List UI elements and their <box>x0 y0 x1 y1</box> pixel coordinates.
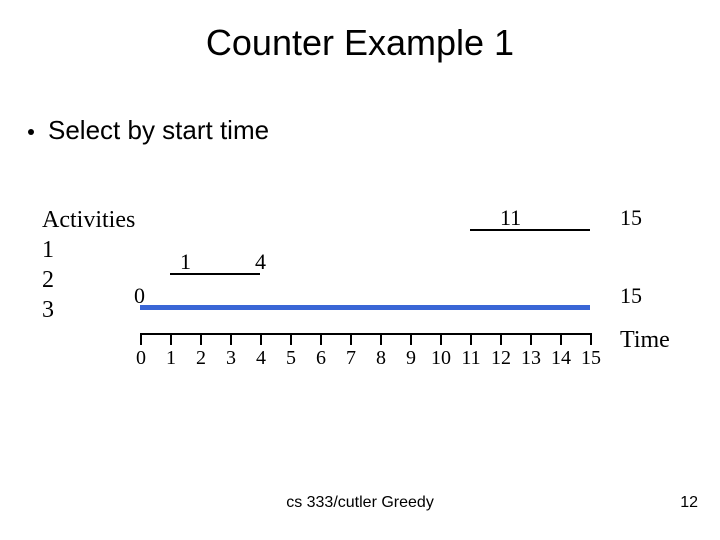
tick-label: 14 <box>551 347 571 370</box>
activity-label: 2 <box>42 265 135 295</box>
tick-label: 6 <box>316 347 326 370</box>
activity-1-end-label: 15 <box>620 205 642 231</box>
activity-label: 1 <box>42 235 135 265</box>
activity-1-start-label: 11 <box>500 205 521 231</box>
activities-list: Activities 1 2 3 <box>42 205 135 325</box>
activity-3-bar <box>140 305 590 310</box>
tick-label: 12 <box>491 347 511 370</box>
tick-label: 13 <box>521 347 541 370</box>
tick-label: 4 <box>256 347 266 370</box>
activity-3-end-label: 15 <box>620 283 642 309</box>
time-ruler: 0 1 2 3 4 5 6 7 8 9 10 11 12 13 14 15 <box>130 333 610 373</box>
bullet-dot-icon <box>28 129 34 135</box>
tick-label: 8 <box>376 347 386 370</box>
page-number: 12 <box>680 494 698 512</box>
tick-label: 1 <box>166 347 176 370</box>
tick-label: 0 <box>136 347 146 370</box>
bullet-text: Select by start time <box>48 115 269 146</box>
ruler-line <box>140 333 590 335</box>
tick-label: 2 <box>196 347 206 370</box>
tick-label: 3 <box>226 347 236 370</box>
time-axis-label: Time <box>620 327 670 354</box>
slide-title: Counter Example 1 <box>0 22 720 64</box>
activities-header: Activities <box>42 205 135 235</box>
activity-1-bar <box>470 229 590 231</box>
activity-2-end-label: 4 <box>255 249 266 275</box>
tick-label: 5 <box>286 347 296 370</box>
tick-label: 9 <box>406 347 416 370</box>
tick-label: 7 <box>346 347 356 370</box>
activity-chart: 11 15 1 4 0 15 0 1 2 3 4 5 6 7 8 9 <box>130 205 660 385</box>
activity-3-start-label: 0 <box>134 283 145 309</box>
footer-center: cs 333/cutler Greedy <box>0 494 720 512</box>
activity-2-start-label: 1 <box>180 249 191 275</box>
tick-label: 15 <box>581 347 601 370</box>
tick-label: 10 <box>431 347 451 370</box>
bullet-item: Select by start time <box>28 115 269 146</box>
activity-label: 3 <box>42 295 135 325</box>
tick-label: 11 <box>461 347 480 370</box>
